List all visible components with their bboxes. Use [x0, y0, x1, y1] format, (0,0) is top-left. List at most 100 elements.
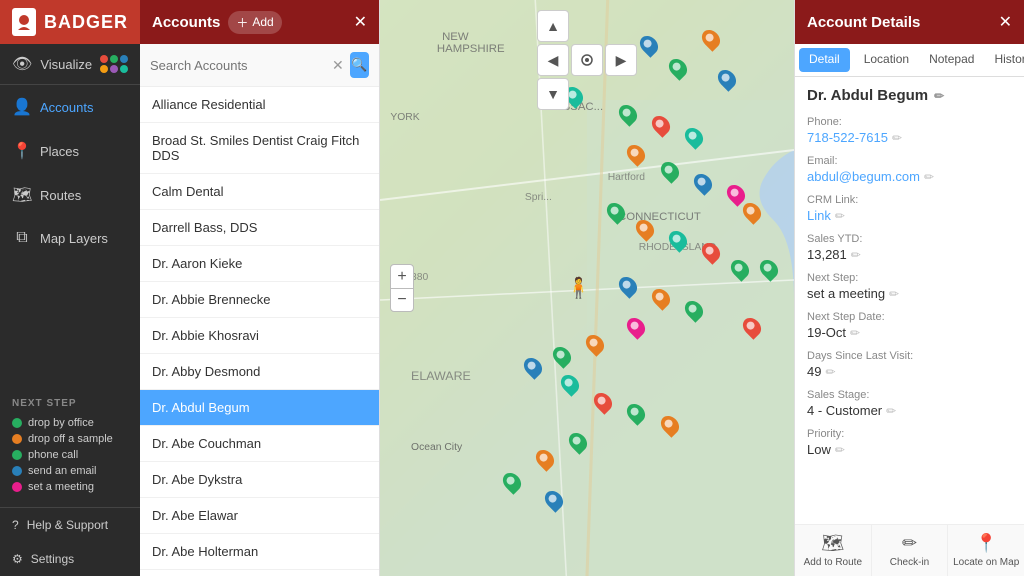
field-value: abdul@begum.com ✏ [807, 169, 1012, 184]
field-label: Email: [807, 155, 1012, 167]
app-logo-text: BADGER [44, 12, 128, 33]
map-up-button[interactable]: ▲ [537, 10, 569, 42]
detail-field-8: Priority:Low ✏ [807, 428, 1012, 457]
field-label: Priority: [807, 428, 1012, 440]
detail-field-1: Email: abdul@begum.com ✏ [807, 155, 1012, 184]
accounts-header-left: Accounts ＋ Add [152, 11, 282, 34]
edit-field-icon[interactable]: ✏ [889, 287, 899, 301]
map-layers-icon: ⧉ [12, 229, 32, 247]
accounts-panel: Accounts ＋ Add ✕ ✕ 🔍 Alliance Residentia… [140, 0, 380, 576]
account-list-item[interactable]: Broad St. Smiles Dentist Craig Fitch DDS [140, 123, 379, 174]
search-input[interactable] [150, 58, 326, 73]
detail-field-5: Next Step Date:19-Oct ✏ [807, 311, 1012, 340]
tab-detail[interactable]: Detail [799, 48, 850, 72]
search-go-button[interactable]: 🔍 [350, 52, 369, 78]
account-list-item[interactable]: Alliance Residential [140, 87, 379, 123]
field-label: Sales Stage: [807, 389, 1012, 401]
search-bar: ✕ 🔍 [140, 44, 379, 87]
field-value: Link ✏ [807, 208, 1012, 223]
help-support-item[interactable]: ? Help & Support [0, 508, 140, 542]
edit-name-icon[interactable]: ✏ [934, 89, 944, 103]
settings-label: Settings [31, 552, 74, 566]
settings-item[interactable]: ⚙ Settings [0, 542, 140, 576]
svg-text:HAMPSHIRE: HAMPSHIRE [437, 43, 505, 55]
legend-drop-by-office: drop by office [12, 417, 128, 429]
locate-on-map-button[interactable]: 📍 Locate on Map [948, 525, 1024, 576]
edit-field-icon[interactable]: ✏ [825, 365, 835, 379]
help-icon: ? [12, 518, 19, 532]
color-dot-1 [100, 55, 108, 63]
color-dot-4 [100, 65, 108, 73]
sidebar-item-map-layers[interactable]: ⧉ Map Layers [0, 217, 140, 259]
next-step-title: NEXT STEP [12, 398, 128, 409]
edit-field-icon[interactable]: ✏ [892, 131, 902, 145]
tab-notepad[interactable]: Notepad [919, 44, 984, 76]
right-panel: Account Details ✕ Detail Location Notepa… [794, 0, 1024, 576]
edit-field-icon[interactable]: ✏ [850, 326, 860, 340]
legend-set-meeting: set a meeting [12, 481, 128, 493]
edit-field-icon[interactable]: ✏ [835, 443, 845, 457]
sidebar-item-places[interactable]: 📍 Places [0, 129, 140, 173]
map-left-button[interactable]: ◀ [537, 44, 569, 76]
legend-dot-3 [12, 450, 22, 460]
tab-history[interactable]: History [984, 44, 1024, 76]
accounts-icon: 👤 [12, 97, 32, 117]
detail-field-6: Days Since Last Visit:49 ✏ [807, 350, 1012, 379]
add-to-route-button[interactable]: 🗺 Add to Route [795, 525, 872, 576]
account-list-item[interactable]: Darrell Bass, DDS [140, 210, 379, 246]
map-right-button[interactable]: ▶ [605, 44, 637, 76]
accounts-list: Alliance ResidentialBroad St. Smiles Den… [140, 87, 379, 576]
edit-field-icon[interactable]: ✏ [924, 170, 934, 184]
field-label: Phone: [807, 116, 1012, 128]
zoom-out-button[interactable]: − [390, 288, 414, 312]
map-down-button[interactable]: ▼ [537, 78, 569, 110]
detail-content: Dr. Abdul Begum ✏ Phone:718-522-7615 ✏Em… [795, 77, 1024, 524]
detail-tabs: Detail Location Notepad History [795, 44, 1024, 77]
account-list-item[interactable]: Dr. Abbie Khosravi [140, 318, 379, 354]
account-list-item[interactable]: Dr. Abe Elawar [140, 498, 379, 534]
account-list-item[interactable]: Dr. Abel Blotsky [140, 570, 379, 576]
nav-visualize[interactable]: 👁 Visualize [0, 44, 140, 85]
edit-field-icon[interactable]: ✏ [851, 248, 861, 262]
color-dot-5 [110, 65, 118, 73]
edit-field-icon[interactable]: ✏ [886, 404, 896, 418]
search-clear-button[interactable]: ✕ [332, 57, 344, 74]
account-list-item[interactable]: Dr. Abe Holterman [140, 534, 379, 570]
zoom-in-button[interactable]: + [390, 264, 414, 288]
sidebar-item-routes[interactable]: 🗺 Routes [0, 173, 140, 217]
account-list-item[interactable]: Dr. Abbie Brennecke [140, 282, 379, 318]
left-sidebar: BADGER 👁 Visualize 👤 Accounts 📍 Places 🗺… [0, 0, 140, 576]
svg-text:Spri...: Spri... [525, 192, 552, 203]
tab-location[interactable]: Location [854, 44, 919, 76]
field-label: Sales YTD: [807, 233, 1012, 245]
accounts-panel-title: Accounts [152, 14, 220, 31]
help-label: Help & Support [27, 518, 108, 532]
account-list-item[interactable]: Calm Dental [140, 174, 379, 210]
detail-field-3: Sales YTD:13,281 ✏ [807, 233, 1012, 262]
svg-text:CONNECTICUT: CONNECTICUT [618, 211, 701, 223]
svg-text:Ocean City: Ocean City [411, 442, 463, 453]
map-area[interactable]: NEW HAMPSHIRE YORK MASSAC... Spri... Har… [380, 0, 794, 576]
legend-dot-5 [12, 482, 22, 492]
detail-fields: Phone:718-522-7615 ✏Email:abdul@begum.co… [807, 116, 1012, 457]
sidebar-item-accounts[interactable]: 👤 Accounts [0, 85, 140, 129]
places-icon: 📍 [12, 141, 32, 161]
check-in-button[interactable]: ✏ Check-in [872, 525, 949, 576]
account-list-item[interactable]: Dr. Abe Couchman [140, 426, 379, 462]
svg-text:NEW: NEW [442, 31, 469, 43]
close-accounts-button[interactable]: ✕ [354, 12, 367, 32]
account-list-item[interactable]: Dr. Aaron Kieke [140, 246, 379, 282]
account-list-item[interactable]: Dr. Abdul Begum [140, 390, 379, 426]
logo-area: BADGER [0, 0, 140, 44]
field-label: Next Step: [807, 272, 1012, 284]
field-value: 49 ✏ [807, 364, 1012, 379]
badger-logo-icon [12, 8, 36, 36]
add-account-button[interactable]: ＋ Add [228, 11, 281, 34]
map-center-button[interactable] [571, 44, 603, 76]
map-zoom-controls: + − [390, 264, 414, 312]
close-detail-button[interactable]: ✕ [999, 12, 1012, 32]
account-list-item[interactable]: Dr. Abe Dykstra [140, 462, 379, 498]
account-list-item[interactable]: Dr. Abby Desmond [140, 354, 379, 390]
edit-field-icon[interactable]: ✏ [835, 209, 845, 223]
color-dot-3 [120, 55, 128, 63]
